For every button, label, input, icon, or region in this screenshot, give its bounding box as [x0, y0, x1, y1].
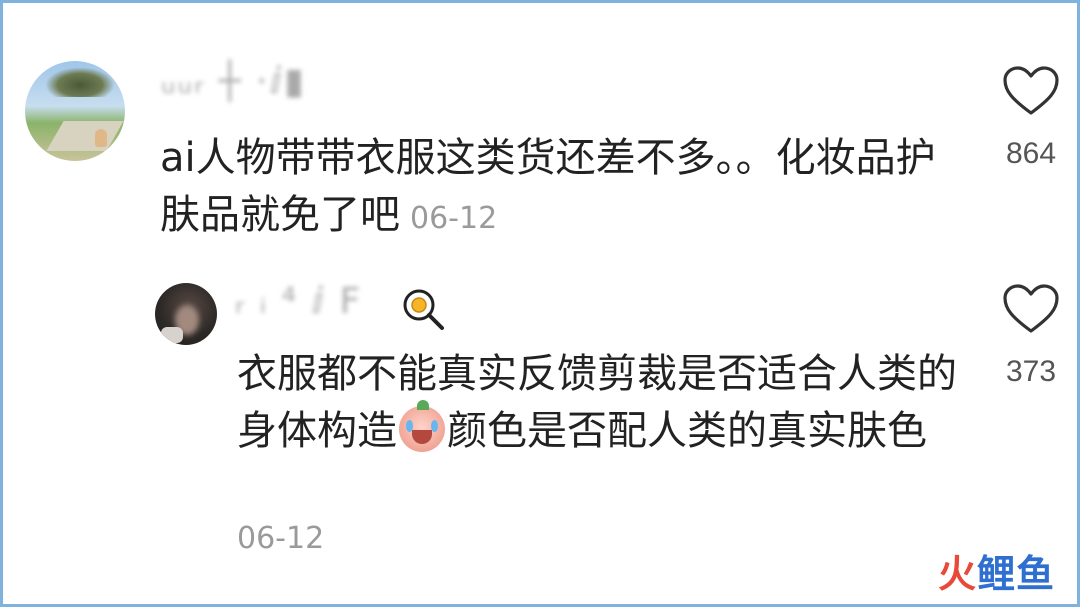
username-masked[interactable]: ᵤᵤᵣ ┼ ·ⅈ▮ [161, 61, 306, 102]
comment-date: 06-12 [237, 521, 325, 556]
watermark-logo: 火鲤鱼 [938, 543, 1055, 598]
username-masked[interactable]: ᵣ ᵢ ⁴ ⅈ F [235, 281, 362, 322]
like-button[interactable]: 864 [993, 65, 1069, 171]
avatar[interactable] [155, 283, 217, 345]
comment-thread: ᵤᵤᵣ ┼ ·ⅈ▮ ai人物带带衣服这类货还差不多。。化妆品护肤品就免了吧 06-… [3, 3, 1077, 604]
watermark-part2: 鲤鱼 [976, 552, 1055, 596]
like-count: 864 [1005, 137, 1057, 170]
like-count: 373 [1005, 355, 1057, 388]
comment-body-part2: 颜色是否配人类的真实肤色 [447, 408, 927, 454]
like-button[interactable]: 373 [993, 283, 1069, 389]
avatar-tree [45, 67, 115, 97]
avatar-arm [161, 327, 183, 343]
heart-icon [1003, 284, 1059, 333]
heart-icon [1003, 66, 1059, 115]
avatar-road [46, 121, 124, 151]
comment-text: 衣服都不能真实反馈剪裁是否适合人类的身体构造 颜色是否配人类的真实肤色 [237, 346, 957, 460]
avatar[interactable] [25, 61, 125, 161]
avatar-figure [95, 129, 107, 147]
comment-text: ai人物带带衣服这类货还差不多。。化妆品护肤品就免了吧 06-12 [160, 130, 960, 247]
comment-body: ai人物带带衣服这类货还差不多。。化妆品护肤品就免了吧 [160, 135, 936, 238]
crying-face-icon [399, 400, 445, 452]
watermark-part1: 火 [937, 552, 977, 596]
comment-date: 06-12 [410, 201, 498, 236]
fried-egg-icon [403, 289, 444, 330]
